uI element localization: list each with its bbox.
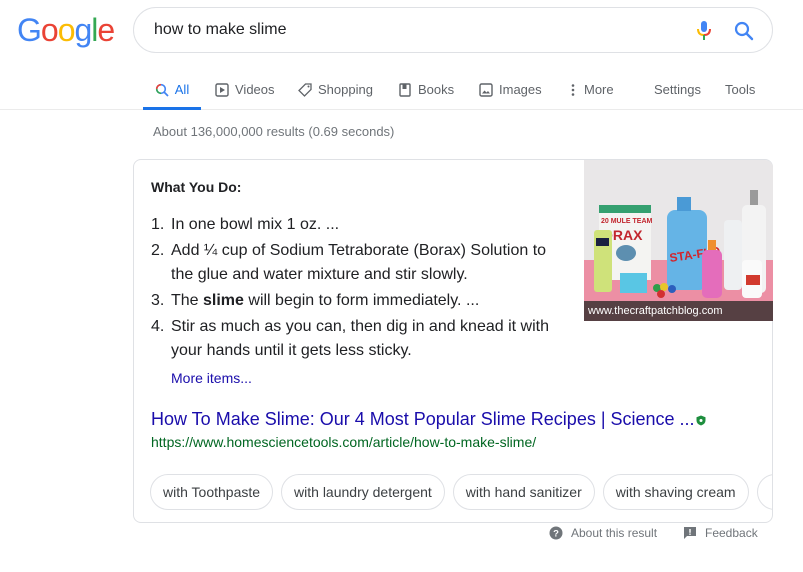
snippet-steps: 1. In one bowl mix 1 oz. ... 2. Add ¼ cu… [151,213,551,365]
tab-shopping[interactable]: Shopping [298,70,373,109]
active-tab-indicator [143,107,201,110]
search-box[interactable]: how to make slime [133,7,773,53]
tab-all[interactable]: All [143,70,201,110]
list-item: 3. The slime will begin to form immediat… [151,289,551,313]
step-text: Add ¼ cup of Sodium Tetraborate (Borax) … [171,242,547,283]
search-icon[interactable] [734,21,754,41]
feedback-icon [684,527,696,539]
result-title-link[interactable]: How To Make Slime: Our 4 Most Popular Sl… [151,409,706,430]
logo-letter: o [40,12,59,48]
step-text-pre: The [171,292,204,309]
step-text-post: will begin to form immediately. ... [243,292,480,309]
snippet-image[interactable]: 20 MULE TEAM ORAX STA-FLO www.thecraftpa… [584,160,773,321]
more-items-link[interactable]: More items... [171,370,252,386]
step-text: Stir as much as you can, then dig in and… [171,318,549,359]
refinement-chips: with Toothpaste with laundry detergent w… [150,474,772,510]
step-number: 1. [151,216,165,233]
list-item: 4. Stir as much as you can, then dig in … [151,315,551,363]
tab-label: Tools [725,82,756,97]
feedback-label: Feedback [705,526,758,540]
list-item: 1. In one bowl mix 1 oz. ... [151,213,551,237]
tab-label: Images [499,82,542,97]
tab-label: More [584,82,614,97]
step-text-bold: slime [203,292,244,309]
feedback-link[interactable]: Feedback [683,526,758,540]
tab-label: Books [418,82,455,97]
search-icon [155,83,169,97]
tab-tools[interactable]: Tools [725,70,755,109]
chip-with-laundry-detergent[interactable]: with laundry detergent [281,474,445,510]
result-stats: About 136,000,000 results (0.69 seconds) [153,124,395,139]
chip-with-toothpaste[interactable]: with Toothpaste [150,474,274,510]
result-title-text: How To Make Slime: Our 4 Most Popular Sl… [151,409,695,429]
tab-label: Videos [235,82,275,97]
logo-letter: G [17,12,42,48]
tab-videos[interactable]: Videos [215,70,275,109]
snippet-heading: What You Do: [151,179,242,195]
about-label: About this result [571,526,658,540]
microphone-icon[interactable] [696,20,712,42]
search-tabs: All Videos Shopping Books Images More Se… [0,70,803,110]
tab-label: All [174,82,190,97]
logo-letter: g [74,12,92,48]
tab-label: Settings [654,82,701,97]
list-item: 2. Add ¼ cup of Sodium Tetraborate (Bora… [151,239,551,287]
step-number: 4. [151,318,165,335]
svg-text:20 MULE TEAM: 20 MULE TEAM [601,218,653,225]
chip-with-hand-sanitizer[interactable]: with hand sanitizer [452,474,595,510]
image-icon [479,82,493,97]
search-input[interactable]: how to make slime [154,21,287,39]
google-logo[interactable]: Google [17,12,115,49]
tag-icon [298,82,312,97]
tab-label: Shopping [318,82,373,97]
verified-shield-icon [696,415,706,426]
book-icon [399,82,411,97]
play-icon [215,82,229,97]
image-source-caption: www.thecraftpatchblog.com [584,301,773,321]
step-number: 2. [151,242,165,259]
featured-snippet: What You Do: 1. In one bowl mix 1 oz. ..… [133,159,773,523]
step-text: In one bowl mix 1 oz. ... [171,216,340,233]
help-icon: ? [549,526,563,540]
chip-overflow[interactable] [756,474,772,510]
result-url: https://www.homesciencetools.com/article… [151,434,537,450]
tab-more[interactable]: More [566,70,614,109]
tab-images[interactable]: Images [479,70,542,109]
svg-text:?: ? [553,529,559,540]
more-vert-icon [571,83,575,96]
logo-letter: o [57,12,76,48]
chip-with-shaving-cream[interactable]: with shaving cream [602,474,749,510]
tab-settings[interactable]: Settings [654,70,701,109]
tab-books[interactable]: Books [398,70,454,109]
slime-supplies-image: 20 MULE TEAM ORAX STA-FLO [584,160,773,321]
logo-letter: e [97,12,115,48]
step-number: 3. [151,292,165,309]
step-text: The slime will begin to form immediately… [171,289,551,313]
about-this-result-link[interactable]: ? About this result [549,526,657,540]
